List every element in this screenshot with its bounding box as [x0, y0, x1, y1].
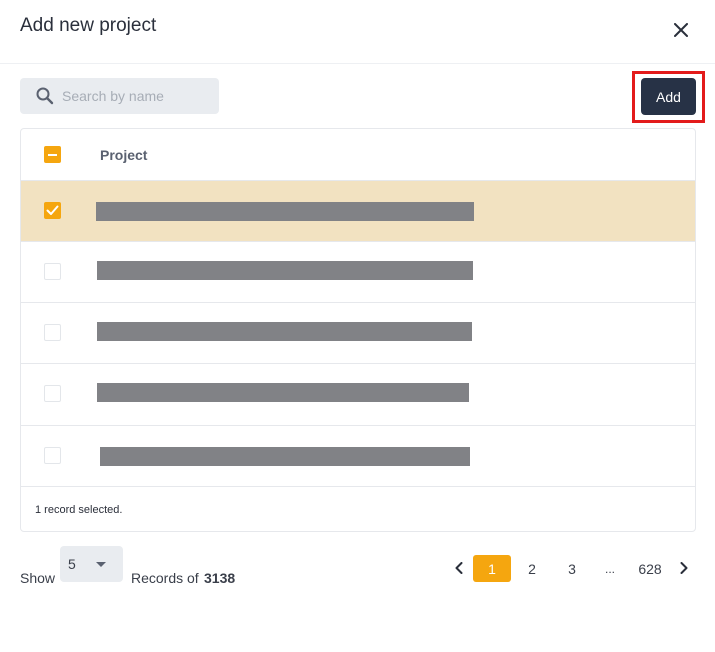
table-row[interactable] — [21, 363, 695, 424]
row-checkbox[interactable] — [44, 447, 61, 464]
chevron-right-icon — [680, 562, 688, 574]
dialog-title: Add new project — [20, 15, 157, 36]
select-all-checkbox[interactable] — [44, 146, 61, 163]
row-checkbox[interactable] — [44, 385, 61, 402]
table-row[interactable] — [21, 180, 695, 241]
row-checkbox[interactable] — [44, 324, 61, 341]
selection-status-text: 1 record selected. — [35, 504, 123, 516]
table-row[interactable] — [21, 302, 695, 363]
column-header-project[interactable]: Project — [100, 147, 147, 163]
table-row[interactable] — [21, 241, 695, 302]
redacted-project-name — [100, 447, 470, 466]
page-size-select[interactable]: 5 — [60, 546, 123, 582]
records-label: Records of — [131, 570, 199, 586]
check-icon — [46, 205, 59, 215]
row-checkbox[interactable] — [44, 202, 61, 219]
chevron-left-icon — [455, 562, 463, 574]
redacted-project-name — [97, 383, 469, 402]
page-button-628[interactable]: 628 — [636, 561, 664, 577]
redacted-project-name — [97, 322, 472, 341]
search-icon — [36, 87, 54, 105]
show-label: Show — [20, 570, 56, 586]
close-icon — [674, 23, 688, 37]
redacted-project-name — [97, 261, 473, 280]
selection-status: 1 record selected. — [21, 486, 695, 531]
caret-down-icon — [96, 562, 106, 567]
redacted-project-name — [96, 202, 474, 221]
search-input[interactable] — [62, 88, 202, 104]
page-button-3[interactable]: 3 — [564, 561, 580, 577]
add-button[interactable]: Add — [641, 78, 696, 115]
table-row[interactable] — [21, 425, 695, 486]
close-button[interactable] — [669, 18, 693, 42]
page-button-1[interactable]: 1 — [473, 555, 511, 582]
records-total: 3138 — [204, 570, 236, 586]
header-divider — [0, 63, 715, 64]
page-button-2[interactable]: 2 — [524, 561, 540, 577]
minus-icon — [48, 153, 57, 156]
previous-page-button[interactable] — [451, 560, 467, 576]
page-size-value: 5 — [68, 556, 76, 572]
row-checkbox[interactable] — [44, 263, 61, 280]
next-page-button[interactable] — [676, 560, 692, 576]
project-table: Project 1 record selected. — [20, 128, 696, 532]
search-box[interactable] — [20, 78, 219, 114]
page-ellipsis: ... — [604, 562, 615, 576]
table-header: Project — [21, 129, 695, 180]
